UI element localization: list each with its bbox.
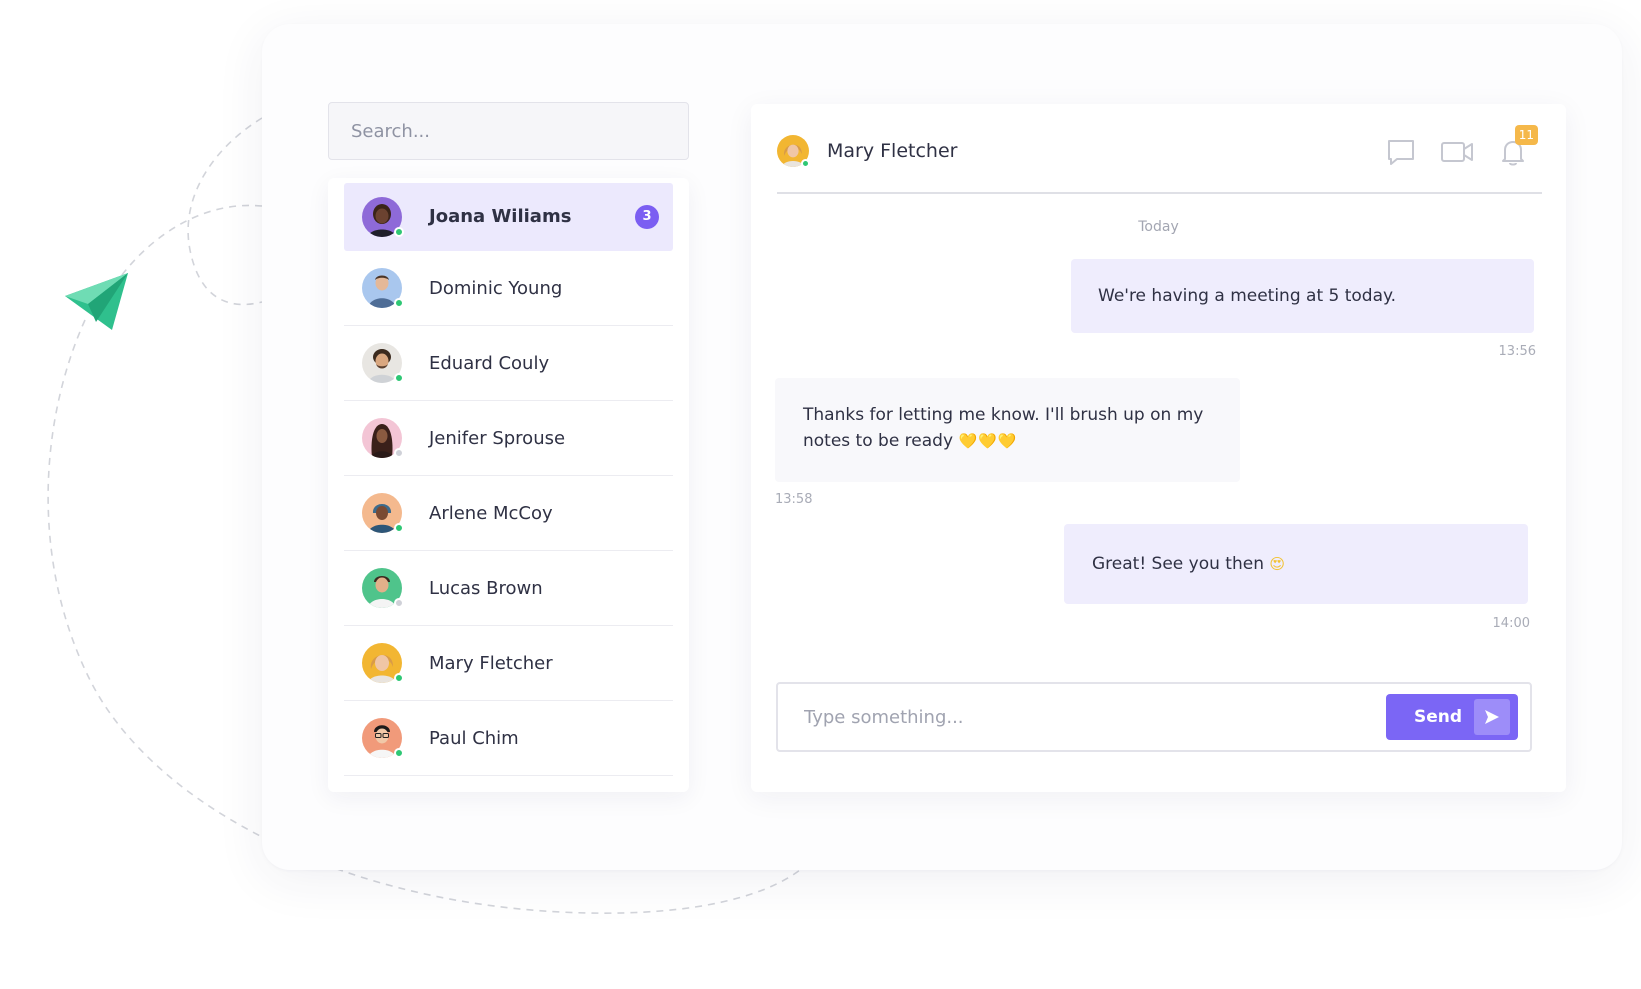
online-status-icon bbox=[394, 523, 404, 533]
contact-name: Arlene McCoy bbox=[429, 502, 553, 524]
video-icon[interactable] bbox=[1440, 135, 1474, 169]
avatar bbox=[362, 196, 404, 237]
contact-item-eduard-couly[interactable]: Eduard Couly bbox=[344, 326, 673, 401]
heart-eyes-emoji: 😍 bbox=[1269, 555, 1286, 573]
chat-contact-name: Mary Fletcher bbox=[827, 140, 958, 162]
offline-status-icon bbox=[394, 448, 404, 458]
send-button[interactable]: Send bbox=[1386, 694, 1518, 740]
avatar bbox=[362, 568, 404, 608]
message-time: 13:58 bbox=[775, 492, 813, 507]
message-outgoing: We're having a meeting at 5 today. bbox=[1071, 259, 1534, 333]
chat-icon[interactable] bbox=[1384, 135, 1418, 169]
chat-header: Mary Fletcher 11 bbox=[777, 125, 1542, 194]
avatar bbox=[362, 493, 404, 533]
chat-avatar bbox=[777, 135, 810, 168]
yellow-heart-emoji: 💛💛💛 bbox=[958, 432, 1018, 450]
online-status-icon bbox=[801, 159, 810, 168]
header-actions: 11 bbox=[1362, 125, 1538, 172]
message-text: Great! See you then bbox=[1092, 554, 1264, 574]
avatar bbox=[362, 343, 404, 383]
send-label: Send bbox=[1414, 707, 1463, 727]
contact-name: Dominic Young bbox=[429, 277, 563, 299]
flight-path-loop bbox=[104, 204, 263, 301]
contact-name: Eduard Couly bbox=[429, 352, 550, 374]
online-status-icon bbox=[394, 673, 404, 683]
contact-name: Paul Chim bbox=[429, 727, 519, 749]
message-text-line2: notes to be ready bbox=[803, 431, 954, 451]
paper-plane-icon bbox=[65, 273, 128, 330]
stage: Joana Wiliams 3 Dominic Young bbox=[0, 0, 1641, 989]
online-status-icon bbox=[394, 748, 404, 758]
contact-item-paul-chim[interactable]: Paul Chim bbox=[344, 701, 673, 776]
message-composer: Send bbox=[776, 682, 1532, 752]
message-text: We're having a meeting at 5 today. bbox=[1098, 286, 1397, 306]
message-outgoing: Great! See you then 😍 bbox=[1064, 524, 1528, 604]
chat-panel: Mary Fletcher 11 Today We're having a me… bbox=[751, 104, 1566, 792]
bell-icon[interactable]: 11 bbox=[1496, 125, 1538, 169]
contact-item-jenifer-sprouse[interactable]: Jenifer Sprouse bbox=[344, 401, 673, 476]
search-input[interactable] bbox=[351, 120, 688, 142]
online-status-icon bbox=[394, 373, 404, 383]
contact-name: Lucas Brown bbox=[429, 577, 543, 599]
message-incoming: Thanks for letting me know. I'll brush u… bbox=[775, 378, 1240, 482]
message-time: 13:56 bbox=[1498, 344, 1536, 359]
online-status-icon bbox=[394, 298, 404, 308]
offline-status-icon bbox=[394, 598, 404, 608]
day-separator: Today bbox=[1138, 219, 1179, 235]
avatar bbox=[362, 643, 404, 683]
contact-item-mary-fletcher[interactable]: Mary Fletcher bbox=[344, 626, 673, 701]
notification-badge: 11 bbox=[1514, 125, 1538, 145]
contact-name: Joana Wiliams bbox=[429, 206, 572, 227]
online-status-icon bbox=[394, 226, 404, 237]
contact-name: Mary Fletcher bbox=[429, 652, 553, 674]
message-input[interactable] bbox=[804, 706, 1386, 728]
contact-list: Joana Wiliams 3 Dominic Young Eduard Cou… bbox=[328, 178, 689, 792]
send-arrow-icon bbox=[1474, 699, 1510, 735]
avatar bbox=[362, 268, 404, 308]
flight-path bbox=[187, 117, 263, 306]
search-box[interactable] bbox=[328, 102, 689, 160]
contact-item-lucas-brown[interactable]: Lucas Brown bbox=[344, 551, 673, 626]
avatar bbox=[362, 718, 404, 758]
avatar bbox=[362, 418, 404, 458]
contact-item-arlene-mccoy[interactable]: Arlene McCoy bbox=[344, 476, 673, 551]
unread-badge: 3 bbox=[635, 204, 659, 229]
contact-name: Jenifer Sprouse bbox=[429, 427, 566, 449]
message-time: 14:00 bbox=[1492, 616, 1530, 631]
message-text-line1: Thanks for letting me know. I'll brush u… bbox=[803, 405, 1204, 425]
contact-item-joana-wiliams[interactable]: Joana Wiliams 3 bbox=[344, 183, 673, 251]
contact-item-dominic-young[interactable]: Dominic Young bbox=[344, 251, 673, 326]
